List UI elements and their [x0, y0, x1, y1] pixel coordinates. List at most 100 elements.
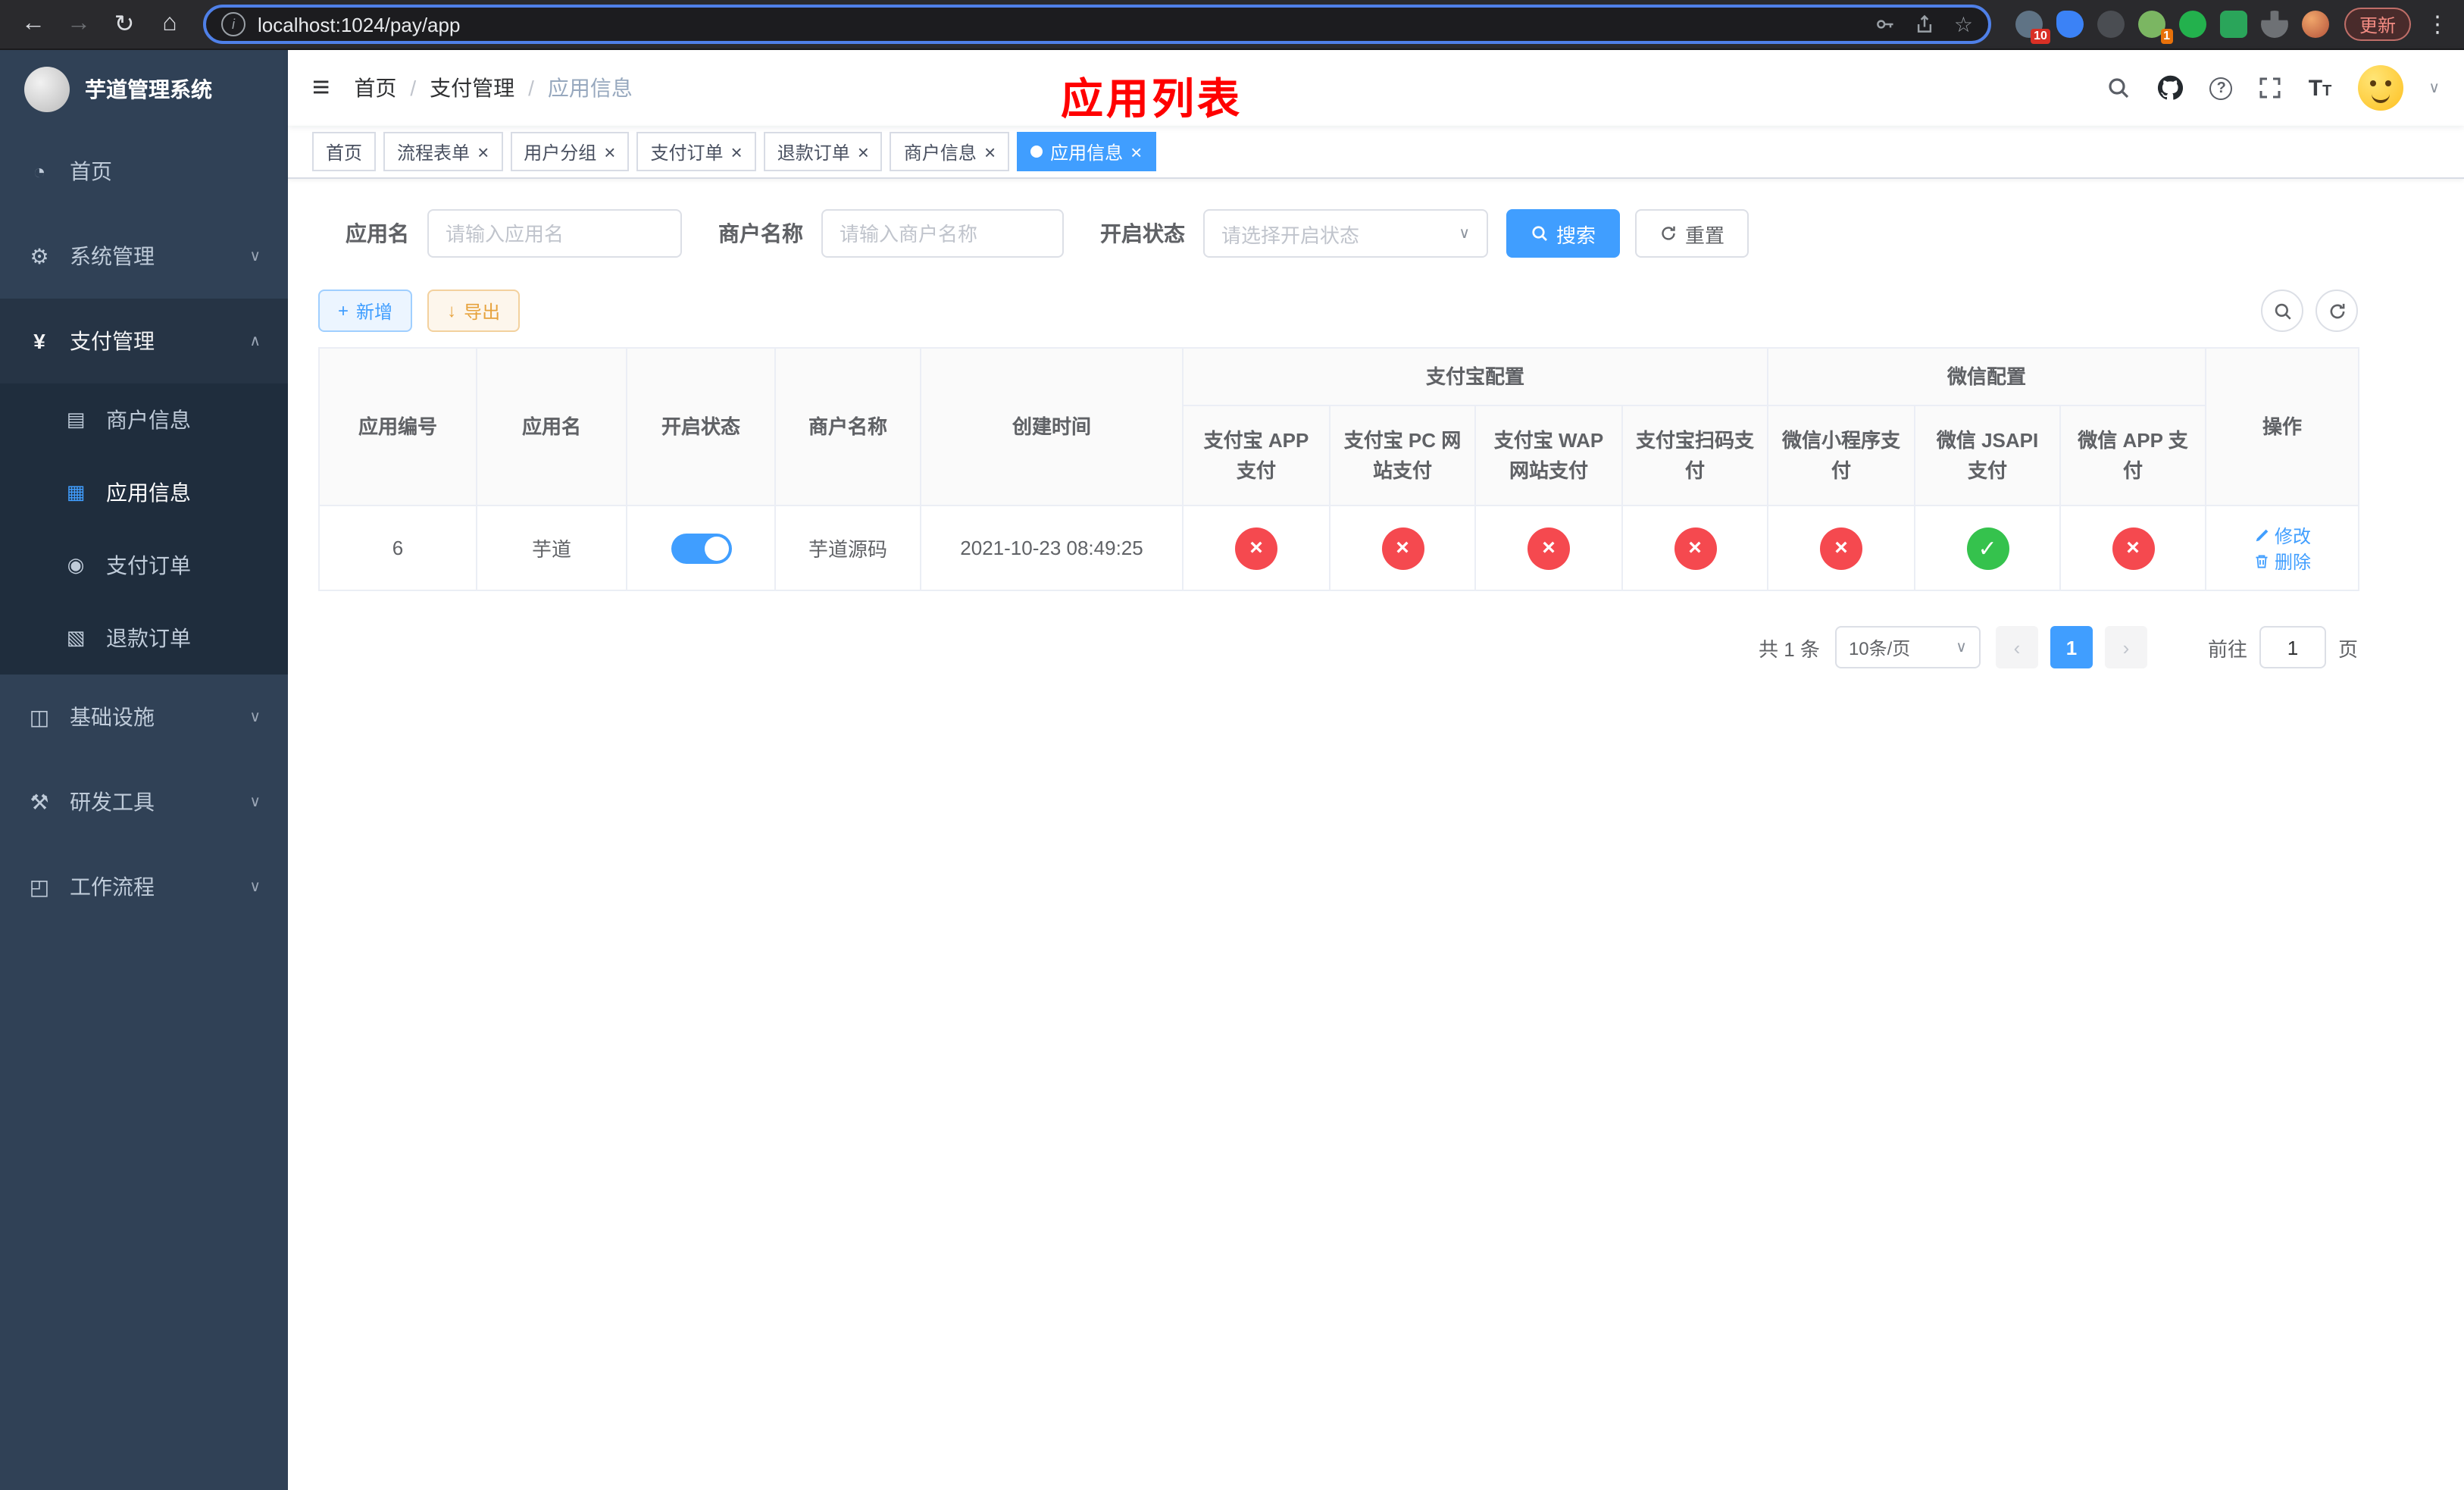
font-size-icon[interactable]: TT: [2309, 75, 2332, 101]
filter-form: 应用名 商户名称 开启状态 请选择开启状态 ∨ 搜索 重置: [318, 209, 2464, 258]
cell-merchant-name: 芋道源码: [774, 505, 921, 591]
page-number-button[interactable]: 1: [2050, 626, 2093, 668]
chevron-down-icon[interactable]: ∨: [2428, 80, 2440, 96]
cell-status: [626, 505, 776, 591]
share-icon[interactable]: [1915, 14, 1936, 35]
site-info-icon[interactable]: i: [221, 12, 245, 36]
user-avatar[interactable]: [2357, 65, 2403, 111]
sidebar-item-system[interactable]: ⚙ 系统管理 ∨: [0, 214, 288, 299]
close-icon[interactable]: ×: [858, 142, 869, 161]
browser-update-button[interactable]: 更新: [2344, 8, 2411, 41]
edit-link-label: 修改: [2275, 525, 2312, 546]
chevron-down-icon: ∨: [249, 248, 261, 265]
browser-back-button[interactable]: ←: [15, 6, 52, 42]
browser-profile-avatar[interactable]: [2301, 11, 2329, 38]
add-button[interactable]: + 新增: [318, 290, 413, 332]
chevron-down-icon: ∨: [1956, 639, 1967, 656]
extension-icon[interactable]: [2219, 11, 2247, 38]
yen-icon: ¥: [33, 329, 45, 353]
close-icon[interactable]: ×: [984, 142, 996, 161]
address-bar[interactable]: i localhost:1024/pay/app ☆: [203, 5, 1991, 44]
app-name-input[interactable]: [427, 209, 682, 258]
help-icon[interactable]: ?: [2209, 77, 2233, 99]
sidebar-item-workflow[interactable]: ◰ 工作流程 ∨: [0, 844, 288, 929]
extension-icon[interactable]: [2178, 11, 2206, 38]
sidebar-item-infra[interactable]: ◫ 基础设施 ∨: [0, 675, 288, 759]
browser-home-button[interactable]: ⌂: [152, 6, 188, 42]
cell-app-id: 6: [318, 505, 477, 591]
bookmark-star-icon[interactable]: ☆: [1954, 11, 1973, 37]
export-button[interactable]: ↓ 导出: [427, 290, 521, 332]
tab-refund-order[interactable]: 退款订单 ×: [763, 132, 883, 171]
extension-icon[interactable]: 10: [2015, 11, 2050, 44]
close-icon[interactable]: ×: [1130, 142, 1142, 161]
edit-link[interactable]: 修改: [2253, 522, 2311, 548]
search-button-label: 搜索: [1556, 224, 1596, 246]
sidebar-item-dev-tools[interactable]: ⚒ 研发工具 ∨: [0, 759, 288, 844]
enable-toggle[interactable]: [671, 533, 731, 563]
column-header-alipay-pc: 支付宝 PC 网站支付: [1329, 405, 1476, 506]
breadcrumb-item[interactable]: 首页: [354, 73, 396, 103]
fullscreen-icon[interactable]: [2259, 76, 2283, 100]
merchant-name-input[interactable]: [821, 209, 1064, 258]
breadcrumb-item[interactable]: 支付管理: [430, 73, 514, 103]
refresh-button[interactable]: [2315, 290, 2358, 332]
reset-button[interactable]: 重置: [1635, 209, 1750, 258]
next-page-button[interactable]: ›: [2104, 626, 2147, 668]
sidebar-item-home[interactable]: ◔ 首页: [0, 129, 288, 214]
goto-page-input[interactable]: [2259, 626, 2326, 668]
tab-home[interactable]: 首页: [312, 132, 377, 171]
password-key-icon[interactable]: [1875, 14, 1896, 35]
delete-link[interactable]: 删除: [2253, 548, 2311, 574]
sidebar-item-merchant-info[interactable]: ▤ 商户信息: [0, 383, 288, 456]
group-header-alipay: 支付宝配置: [1181, 347, 1769, 406]
extension-icon[interactable]: [2056, 11, 2084, 38]
add-button-label: 新增: [356, 301, 393, 322]
sidebar-item-refund-order[interactable]: ▧ 退款订单: [0, 602, 288, 675]
browser-forward-button[interactable]: →: [61, 6, 97, 42]
sidebar-item-app-info[interactable]: ▦ 应用信息: [0, 456, 288, 529]
tab-app-info[interactable]: 应用信息 ×: [1017, 132, 1156, 171]
page-size-select[interactable]: 10条/页 ∨: [1834, 626, 1981, 668]
close-icon[interactable]: ×: [477, 142, 489, 161]
status-select[interactable]: 请选择开启状态 ∨: [1203, 209, 1488, 258]
extension-icon[interactable]: [2097, 11, 2125, 38]
sidebar-item-label: 支付管理: [70, 329, 155, 353]
extension-icon[interactable]: 1: [2137, 11, 2173, 44]
hamburger-icon[interactable]: ≡: [312, 70, 330, 105]
browser-reload-button[interactable]: ↻: [106, 6, 142, 42]
breadcrumb-separator: /: [410, 76, 417, 100]
select-placeholder: 请选择开启状态: [1221, 224, 1360, 246]
column-header-actions: 操作: [2205, 347, 2360, 506]
close-icon[interactable]: ×: [731, 142, 743, 161]
total-count: 共 1 条: [1759, 637, 1820, 660]
sidebar-item-payment[interactable]: ¥ 支付管理 ∧: [0, 299, 288, 383]
close-icon[interactable]: ×: [604, 142, 615, 161]
browser-menu-icon[interactable]: ⋮: [2426, 11, 2449, 38]
bank-card-icon: ▤: [66, 408, 86, 430]
group-header-wechat: 微信配置: [1767, 347, 2207, 406]
breadcrumb-item-current: 应用信息: [547, 76, 633, 100]
sidebar-logo[interactable]: 芋道管理系统: [0, 50, 288, 129]
sidebar-item-label: 应用信息: [106, 480, 191, 505]
alipay-app-status-icon: ×: [1235, 527, 1277, 569]
delete-link-label: 删除: [2275, 551, 2312, 572]
sidebar-item-pay-order[interactable]: ◉ 支付订单: [0, 529, 288, 602]
chevron-down-icon: ∨: [249, 794, 261, 810]
tab-process-form[interactable]: 流程表单 ×: [383, 132, 503, 171]
search-button[interactable]: 搜索: [1506, 209, 1621, 258]
tab-user-group[interactable]: 用户分组 ×: [510, 132, 630, 171]
github-icon[interactable]: [2157, 74, 2184, 102]
tab-pay-order[interactable]: 支付订单 ×: [636, 132, 756, 171]
extensions-cluster: 10 1: [2015, 11, 2329, 44]
tab-merchant-info[interactable]: 商户信息 ×: [890, 132, 1010, 171]
sidebar-item-label: 基础设施: [70, 705, 155, 729]
prev-page-button[interactable]: ‹: [1995, 626, 2038, 668]
download-icon: ↓: [447, 300, 457, 321]
column-header-wx-mini: 微信小程序支付: [1767, 405, 1916, 506]
extensions-puzzle-icon[interactable]: [2260, 11, 2288, 38]
search-icon[interactable]: [2107, 76, 2131, 100]
show-search-button[interactable]: [2261, 290, 2303, 332]
tab-label: 首页: [326, 142, 363, 163]
url-text[interactable]: localhost:1024/pay/app: [258, 13, 1863, 36]
